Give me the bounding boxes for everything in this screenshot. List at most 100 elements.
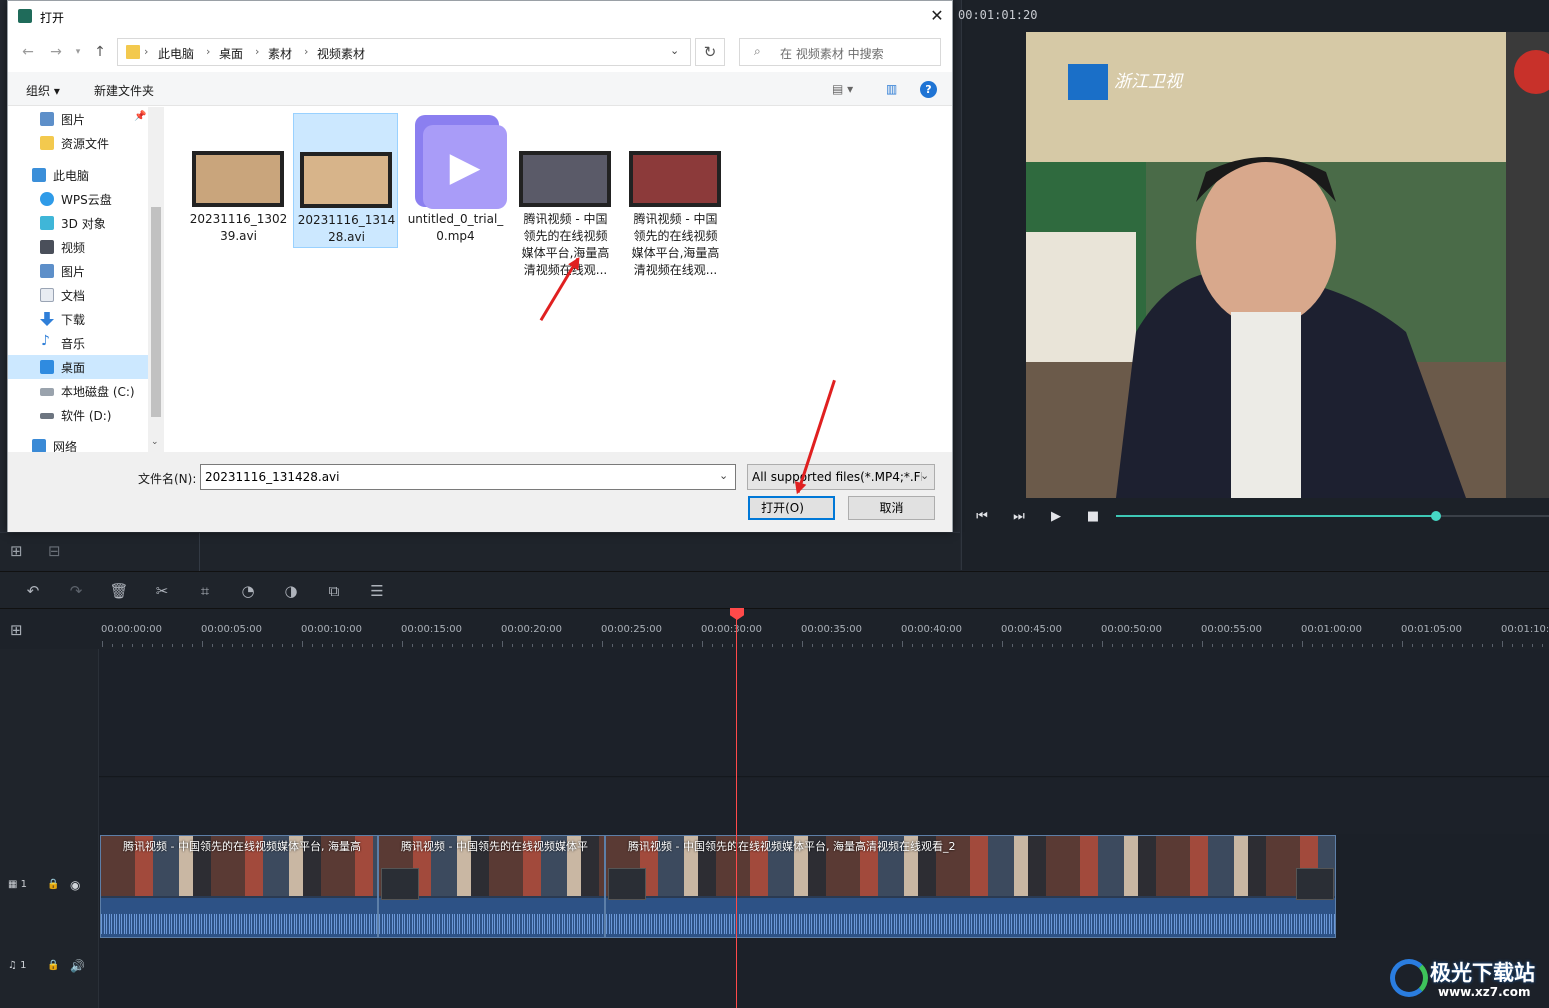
ruler-tick [1532, 644, 1533, 647]
preview-video[interactable]: 浙江卫视 [1026, 32, 1549, 498]
ruler-tick [1382, 644, 1383, 647]
breadcrumb-item[interactable]: 此电脑 [158, 45, 194, 62]
eye-icon[interactable]: ◉ [70, 878, 80, 892]
address-bar[interactable]: › 此电脑 › 桌面 › 素材 › 视频素材 ⌄ [117, 38, 691, 66]
ruler-tick [1142, 644, 1143, 647]
timeline-clip[interactable]: 腾讯视频 - 中国领先的在线视频媒体平台, 海量高 [100, 835, 378, 938]
back-icon[interactable]: ← [20, 44, 36, 60]
file-item[interactable]: 腾讯视频 - 中国 领先的在线视频 媒体平台,海量高 清视频在线观... [623, 113, 728, 277]
ruler-tick [922, 644, 923, 647]
ruler-tick [1122, 644, 1123, 647]
breadcrumb-item[interactable]: 素材 [268, 45, 292, 62]
ruler-tick [312, 644, 313, 647]
nav-item-music[interactable]: ♪ 音乐 [8, 331, 148, 355]
file-type-select[interactable]: All supported files(*.MP4;*.FI ⌄ [747, 464, 935, 490]
next-frame-icon[interactable]: ⏭ [1010, 508, 1028, 526]
undo-icon[interactable]: ↶ [22, 581, 44, 601]
file-item[interactable]: 腾讯视频 - 中国 领先的在线视频 媒体平台,海量高 清视频在线观... [513, 113, 618, 277]
filename-input[interactable]: 20231116_131428.avi ⌄ [200, 464, 736, 490]
up-icon[interactable]: ↑ [92, 44, 108, 60]
pin-icon[interactable]: 📌 [134, 111, 146, 122]
file-item-selected[interactable]: 20231116_1314 28.avi [293, 113, 398, 248]
organize-button[interactable]: 组织 ▾ [26, 82, 60, 99]
nav-item-drive-d[interactable]: 软件 (D:) [8, 403, 148, 427]
search-input[interactable]: ⌕ 在 视频素材 中搜索 [739, 38, 941, 66]
ruler-tick [622, 644, 623, 647]
play-icon[interactable]: ▶ [1047, 508, 1065, 526]
preview-pane-icon[interactable]: ▥ [886, 82, 897, 96]
transition-icon[interactable] [608, 868, 646, 900]
chevron-down-icon[interactable]: ⌄ [719, 469, 728, 482]
refresh-icon[interactable]: ↻ [695, 38, 725, 66]
preview-scrubber[interactable] [1116, 511, 1549, 521]
color-icon[interactable]: ◑ [280, 581, 302, 601]
view-options-icon[interactable]: ▤ ▾ [832, 82, 853, 96]
nav-item-documents[interactable]: 文档 [8, 283, 148, 307]
scroll-down-icon[interactable]: ⌄ [151, 437, 159, 447]
timeline-clip[interactable]: 腾讯视频 - 中国领先的在线视频媒体平台, 海量高清视频在线观看_2 [605, 835, 1336, 938]
stop-icon[interactable]: ■ [1084, 508, 1102, 526]
ruler-tick [372, 644, 373, 647]
add-track-icon[interactable]: ⊞ [10, 621, 23, 639]
prev-frame-icon[interactable]: ⏮ [973, 508, 991, 526]
playhead-line[interactable] [736, 616, 737, 1008]
nav-item-this-pc[interactable]: 此电脑 [8, 163, 148, 187]
redo-icon[interactable]: ↷ [65, 581, 87, 601]
nav-item-3d-objects[interactable]: 3D 对象 [8, 211, 148, 235]
nav-item-pictures-pinned[interactable]: 图片 📌 [8, 107, 148, 131]
nav-item-wps-cloud[interactable]: WPS云盘 [8, 187, 148, 211]
delete-icon[interactable]: 🗑 [108, 581, 130, 601]
ruler-tick [1442, 644, 1443, 647]
nav-item-videos[interactable]: 视频 [8, 235, 148, 259]
close-icon[interactable]: ✕ [926, 5, 948, 27]
ruler-tick [282, 644, 283, 647]
ruler-tick [522, 644, 523, 647]
breadcrumb-item[interactable]: 视频素材 [317, 45, 365, 62]
ruler-tick [1292, 644, 1293, 647]
nav-item-resources[interactable]: 资源文件 [8, 131, 148, 155]
ruler-tick [1542, 644, 1543, 647]
history-dropdown-icon[interactable]: ▾ [70, 44, 86, 60]
ruler-tick-label: 00:00:20:00 [501, 624, 563, 635]
timeline-clip[interactable]: 腾讯视频 - 中国领先的在线视频媒体平 [378, 835, 605, 938]
file-item[interactable]: 20231116_1302 39.avi [186, 113, 291, 248]
crop-icon[interactable]: ⌗ [194, 581, 216, 601]
lock-icon[interactable]: 🔒 [47, 960, 59, 971]
ruler-tick [812, 644, 813, 647]
delete-folder-icon[interactable]: ⊟ [48, 542, 61, 560]
lock-icon[interactable]: 🔒 [47, 879, 59, 890]
dialog-titlebar[interactable]: 打开 ✕ [8, 1, 952, 32]
ruler-tick [1182, 644, 1183, 647]
nav-item-drive-c[interactable]: 本地磁盘 (C:) [8, 379, 148, 403]
open-button[interactable]: 打开(O) ▾ [748, 496, 835, 520]
video-icon [40, 240, 54, 254]
transition-icon[interactable] [1296, 868, 1334, 900]
new-folder-button[interactable]: 新建文件夹 [94, 82, 154, 99]
chevron-down-icon[interactable]: ⌄ [920, 469, 929, 482]
snapshot-icon[interactable]: ⧉ [323, 581, 345, 601]
transition-icon[interactable] [381, 868, 419, 900]
forward-icon[interactable]: → [48, 44, 64, 60]
nav-item-desktop[interactable]: 桌面 [8, 355, 148, 379]
nav-item-downloads[interactable]: 下载 [8, 307, 148, 331]
cut-icon[interactable]: ✂ [151, 581, 173, 601]
scrollbar-thumb[interactable] [151, 207, 161, 417]
speed-icon[interactable]: ◔ [237, 581, 259, 601]
speaker-icon[interactable]: 🔊 [70, 959, 85, 973]
help-icon[interactable]: ? [920, 81, 937, 98]
ruler-tick [1072, 644, 1073, 647]
breadcrumb-item[interactable]: 桌面 [219, 45, 243, 62]
chevron-down-icon[interactable]: ⌄ [670, 44, 679, 57]
ruler-tick [262, 644, 263, 647]
ruler-tick [832, 644, 833, 647]
ruler-tick [102, 641, 103, 647]
chevron-right-icon: › [255, 45, 260, 58]
nav-item-pictures[interactable]: 图片 [8, 259, 148, 283]
file-item[interactable]: ▶ untitled_0_trial_ 0.mp4 [403, 113, 508, 248]
nav-scrollbar[interactable]: ⌄ [148, 107, 164, 452]
timeline-ruler[interactable]: ⊞ 00:00:00:00 00:00:05:00 00:00:10:00 00:00… [0, 609, 1549, 649]
new-folder-icon[interactable]: ⊞ [10, 542, 23, 560]
cancel-button[interactable]: 取消 [848, 496, 935, 520]
dialog-footer: 文件名(N): 20231116_131428.avi ⌄ All suppor… [8, 452, 952, 532]
adjust-icon[interactable]: ☰ [366, 581, 388, 601]
